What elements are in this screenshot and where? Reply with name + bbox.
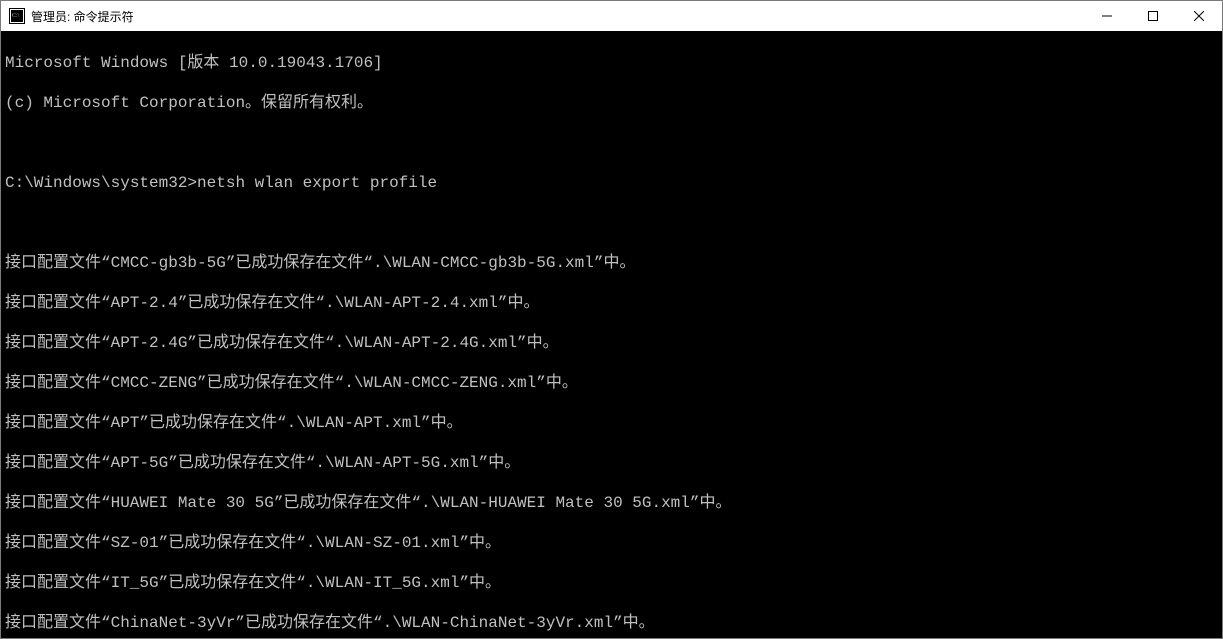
blank-line [5,593,1218,613]
result-line: 接口配置文件“ChinaNet-3yVr”已成功保存在文件“.\WLAN-Chi… [5,613,1218,633]
prompt-line-1: C:\Windows\system32>netsh wlan export pr… [5,173,1218,193]
svg-text:C:\: C:\ [12,13,20,19]
blank-line [5,513,1218,533]
blank-line [5,133,1218,153]
result-line: 接口配置文件“SZ-01”已成功保存在文件“.\WLAN-SZ-01.xml”中… [5,533,1218,553]
result-line: 接口配置文件“APT”已成功保存在文件“.\WLAN-APT.xml”中。 [5,413,1218,433]
result-line: 接口配置文件“APT-2.4”已成功保存在文件“.\WLAN-APT-2.4.x… [5,293,1218,313]
result-line: 接口配置文件“APT-5G”已成功保存在文件“.\WLAN-APT-5G.xml… [5,453,1218,473]
result-line: 接口配置文件“APT-2.4G”已成功保存在文件“.\WLAN-APT-2.4G… [5,333,1218,353]
result-line: 接口配置文件“CMCC-ZENG”已成功保存在文件“.\WLAN-CMCC-ZE… [5,373,1218,393]
minimize-button[interactable] [1084,1,1130,31]
blank-line [5,393,1218,413]
blank-line [5,353,1218,373]
prompt-command: netsh wlan export profile [197,174,437,192]
prompt-path: C:\Windows\system32> [5,174,197,192]
header-line-2: (c) Microsoft Corporation。保留所有权利。 [5,93,1218,113]
header-line-1: Microsoft Windows [版本 10.0.19043.1706] [5,53,1218,73]
terminal-output[interactable]: Microsoft Windows [版本 10.0.19043.1706] (… [1,31,1222,638]
blank-line [5,433,1218,453]
window-title: 管理员: 命令提示符 [31,8,134,25]
result-line: 接口配置文件“CMCC-gb3b-5G”已成功保存在文件“.\WLAN-CMCC… [5,253,1218,273]
blank-line [5,473,1218,493]
app-icon: C:\ [9,8,25,24]
blank-line [5,633,1218,638]
result-line: 接口配置文件“IT_5G”已成功保存在文件“.\WLAN-IT_5G.xml”中… [5,573,1218,593]
window-titlebar[interactable]: C:\ 管理员: 命令提示符 [1,1,1222,31]
blank-line [5,273,1218,293]
maximize-button[interactable] [1130,1,1176,31]
blank-line [5,553,1218,573]
blank-line [5,313,1218,333]
result-line: 接口配置文件“HUAWEI Mate 30 5G”已成功保存在文件“.\WLAN… [5,493,1218,513]
close-button[interactable] [1176,1,1222,31]
blank-line [5,213,1218,233]
